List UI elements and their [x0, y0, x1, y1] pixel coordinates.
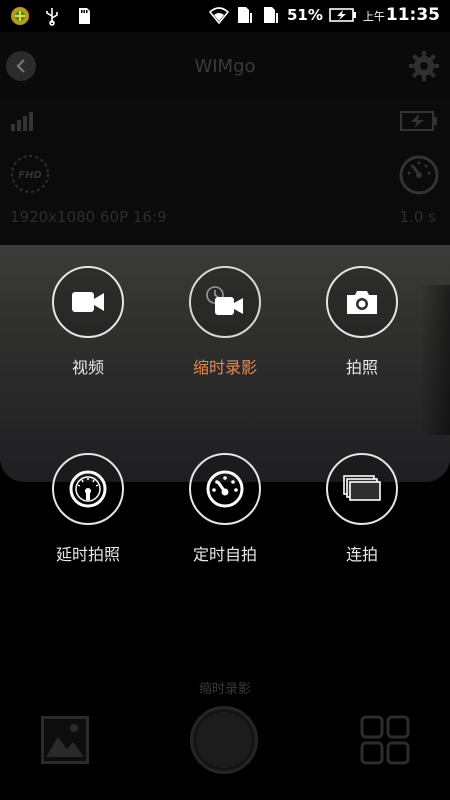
- current-mode-label: 缩时录影: [198, 682, 251, 697]
- mode-video-ring[interactable]: [52, 266, 124, 338]
- photo-camera-icon: [347, 291, 377, 314]
- mode-photo[interactable]: 拍照: [302, 266, 422, 378]
- mode-burst-label: 连拍: [345, 545, 378, 564]
- timelapse-photo-dial-icon: [69, 470, 107, 508]
- mode-self-timer-ring[interactable]: [189, 453, 261, 525]
- gallery-icon[interactable]: [40, 715, 90, 765]
- mode-timelapse-photo-label: 延时拍照: [55, 545, 120, 564]
- mode-burst[interactable]: 连拍: [302, 453, 422, 565]
- sim1-signal-icon: [237, 7, 252, 23]
- mode-timelapse-video[interactable]: 缩时录影: [165, 266, 285, 378]
- mode-video[interactable]: 视频: [28, 266, 148, 378]
- grid-menu-icon[interactable]: [360, 715, 410, 765]
- page-title: WIMgo: [194, 56, 256, 77]
- clock-time: 11:35: [385, 5, 440, 25]
- burst-stack-icon: [343, 475, 381, 501]
- fhd-ring-icon: FHD: [11, 155, 49, 193]
- clock-prefix: 上午: [362, 10, 385, 23]
- mode-timelapse-photo-ring[interactable]: [52, 453, 124, 525]
- mode-burst-ring[interactable]: [326, 453, 398, 525]
- signal-strength-icon: [11, 112, 33, 131]
- battery-charging-icon: [329, 8, 356, 22]
- interval-text: 1.0 s: [399, 208, 436, 226]
- sim2-signal-icon: [263, 7, 278, 23]
- wifi-icon: [208, 7, 229, 25]
- self-timer-dial-icon: [206, 470, 244, 508]
- settings-gear-icon[interactable]: [408, 50, 440, 82]
- mode-self-timer-label: 定时自拍: [192, 545, 257, 564]
- video-camera-icon: [72, 292, 104, 312]
- battery-percent: 51%: [286, 6, 323, 24]
- fhd-label: FHD: [18, 170, 42, 181]
- camera-battery-icon: [400, 111, 437, 131]
- mode-timelapse-photo[interactable]: 延时拍照: [28, 453, 148, 565]
- camera-info-area: FHD 1920x1080 60P 16:9 1.0 s: [0, 100, 450, 245]
- app-notification-icon: [11, 7, 29, 25]
- mode-timelapse-video-label: 缩时录影: [192, 358, 257, 377]
- mode-photo-label: 拍照: [345, 358, 378, 377]
- resolution-text: 1920x1080 60P 16:9: [10, 208, 167, 226]
- shutter-button[interactable]: [190, 706, 258, 774]
- fhd-badge: FHD: [10, 154, 50, 198]
- status-bar: 51% 上午11:35: [0, 0, 450, 32]
- mode-self-timer[interactable]: 定时自拍: [165, 453, 285, 565]
- mode-video-label: 视频: [71, 358, 104, 377]
- sd-card-icon: [79, 8, 90, 24]
- mode-photo-ring[interactable]: [326, 266, 398, 338]
- timelapse-video-icon: [206, 286, 243, 315]
- interval-dial-icon: [399, 155, 439, 195]
- shutter-inner[interactable]: [196, 712, 252, 768]
- clock: 上午11:35: [363, 5, 440, 25]
- usb-icon: [46, 8, 58, 26]
- app-header: WIMgo: [0, 32, 450, 100]
- mode-timelapse-video-ring[interactable]: [189, 266, 261, 338]
